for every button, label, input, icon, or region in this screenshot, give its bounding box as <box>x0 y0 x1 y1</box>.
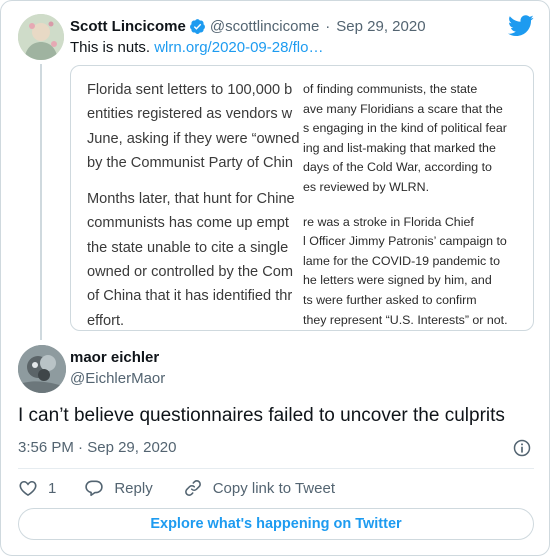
separator-dot: · <box>78 439 84 456</box>
article-line: June, asking if they were “owned <box>87 130 300 147</box>
link-icon <box>184 480 201 496</box>
like-button[interactable]: 1 <box>18 478 56 498</box>
tweet-embed-card: Scott Lincicome @scottlincicome · Sep 29… <box>0 0 550 556</box>
article-line: entities registered as vendors w <box>87 106 293 123</box>
article-line: of finding communists, the state <box>303 82 478 96</box>
twitter-bird-icon[interactable] <box>508 15 534 37</box>
info-icon[interactable] <box>512 438 532 458</box>
article-line: ave many Floridians a scare that the <box>303 101 503 116</box>
like-count: 1 <box>48 479 57 497</box>
article-left-column: Florida sent letters to 100,000 b entiti… <box>87 78 303 330</box>
reply-author-avatar[interactable] <box>18 345 66 393</box>
reply-author-name[interactable]: maor eichler <box>70 349 159 366</box>
avatar-image <box>18 14 64 60</box>
article-line: days of the Cold War, according to <box>303 160 492 175</box>
article-line: Months later, that hunt for Chine <box>87 191 295 208</box>
article-right-paragraph-1: of finding communists, the state ave man… <box>303 80 533 198</box>
reply-icon <box>85 480 104 497</box>
quoted-tweet-header: Scott Lincicome @scottlincicome · Sep 29… <box>70 16 426 36</box>
article-line: es reviewed by WLRN. <box>303 179 430 194</box>
article-line: lame for the COVID-19 pandemic to <box>303 253 500 268</box>
reply-date: Sep 29, 2020 <box>87 439 177 456</box>
article-line: ts were further asked to confirm <box>303 292 477 307</box>
article-line: re was a stroke in Florida Chief <box>303 214 474 229</box>
article-link[interactable]: wlrn.org/2020-09-28/flo… <box>154 39 323 56</box>
separator-dot: · <box>325 17 331 35</box>
copy-link-button[interactable]: Copy link to Tweet <box>183 478 335 498</box>
article-line: effort. <box>87 312 125 329</box>
explore-twitter-button[interactable]: Explore what's happening on Twitter <box>18 508 534 540</box>
quoted-tweet-body: This is nuts. <box>70 39 151 56</box>
verified-badge-icon <box>189 18 205 34</box>
tweet-actions-bar: 1 Reply Copy link to Tweet <box>18 477 365 499</box>
reply-tweet-text: I can’t believe questionnaires failed to… <box>18 405 505 426</box>
article-line: they represent “U.S. Interests” or not. <box>303 312 508 327</box>
article-line: communists has come up empt <box>87 215 289 232</box>
quoted-tweet-date[interactable]: Sep 29, 2020 <box>336 18 425 35</box>
article-line: by the Communist Party of Chin <box>87 154 294 171</box>
article-line: s engaging in the kind of political fear <box>303 121 507 136</box>
article-line: owned or controlled by the Com <box>87 264 294 281</box>
article-line: l Officer Jimmy Patronis’ campaign to <box>303 234 507 249</box>
reply-label: Reply <box>114 479 153 497</box>
article-left-paragraph-2: Months later, that hunt for Chine commun… <box>87 187 303 330</box>
reply-author-handle[interactable]: @EichlerMaor <box>70 370 165 387</box>
reply-tweet-timestamp[interactable]: 3:56 PM · Sep 29, 2020 <box>18 439 176 456</box>
article-line: he letters were signed by him, and <box>303 273 492 288</box>
divider <box>18 468 534 469</box>
article-right-column: of finding communists, the state ave man… <box>303 80 533 330</box>
reply-time: 3:56 PM <box>18 439 74 456</box>
quoted-author-avatar[interactable] <box>18 14 64 60</box>
reply-button[interactable]: Reply <box>84 478 153 498</box>
quoted-author-handle[interactable]: @scottlincicome <box>210 18 319 35</box>
article-line: the state unable to cite a single <box>87 239 289 256</box>
article-image[interactable]: Florida sent letters to 100,000 b entiti… <box>70 65 534 331</box>
article-left-paragraph-1: Florida sent letters to 100,000 b entiti… <box>87 78 303 175</box>
quoted-author-name[interactable]: Scott Lincicome <box>70 18 186 35</box>
thread-connector-line <box>40 64 42 340</box>
quoted-tweet-text: This is nuts. wlrn.org/2020-09-28/flo… <box>70 39 323 56</box>
article-line: Florida sent letters to 100,000 b <box>87 82 293 98</box>
avatar-image <box>18 345 66 393</box>
article-right-paragraph-2: re was a stroke in Florida Chief l Offic… <box>303 213 533 330</box>
article-line: ing and list-making that marked the <box>303 140 496 155</box>
article-line: of China that it has identified thr <box>87 288 293 305</box>
copy-link-label: Copy link to Tweet <box>212 479 335 497</box>
heart-icon <box>19 480 37 497</box>
